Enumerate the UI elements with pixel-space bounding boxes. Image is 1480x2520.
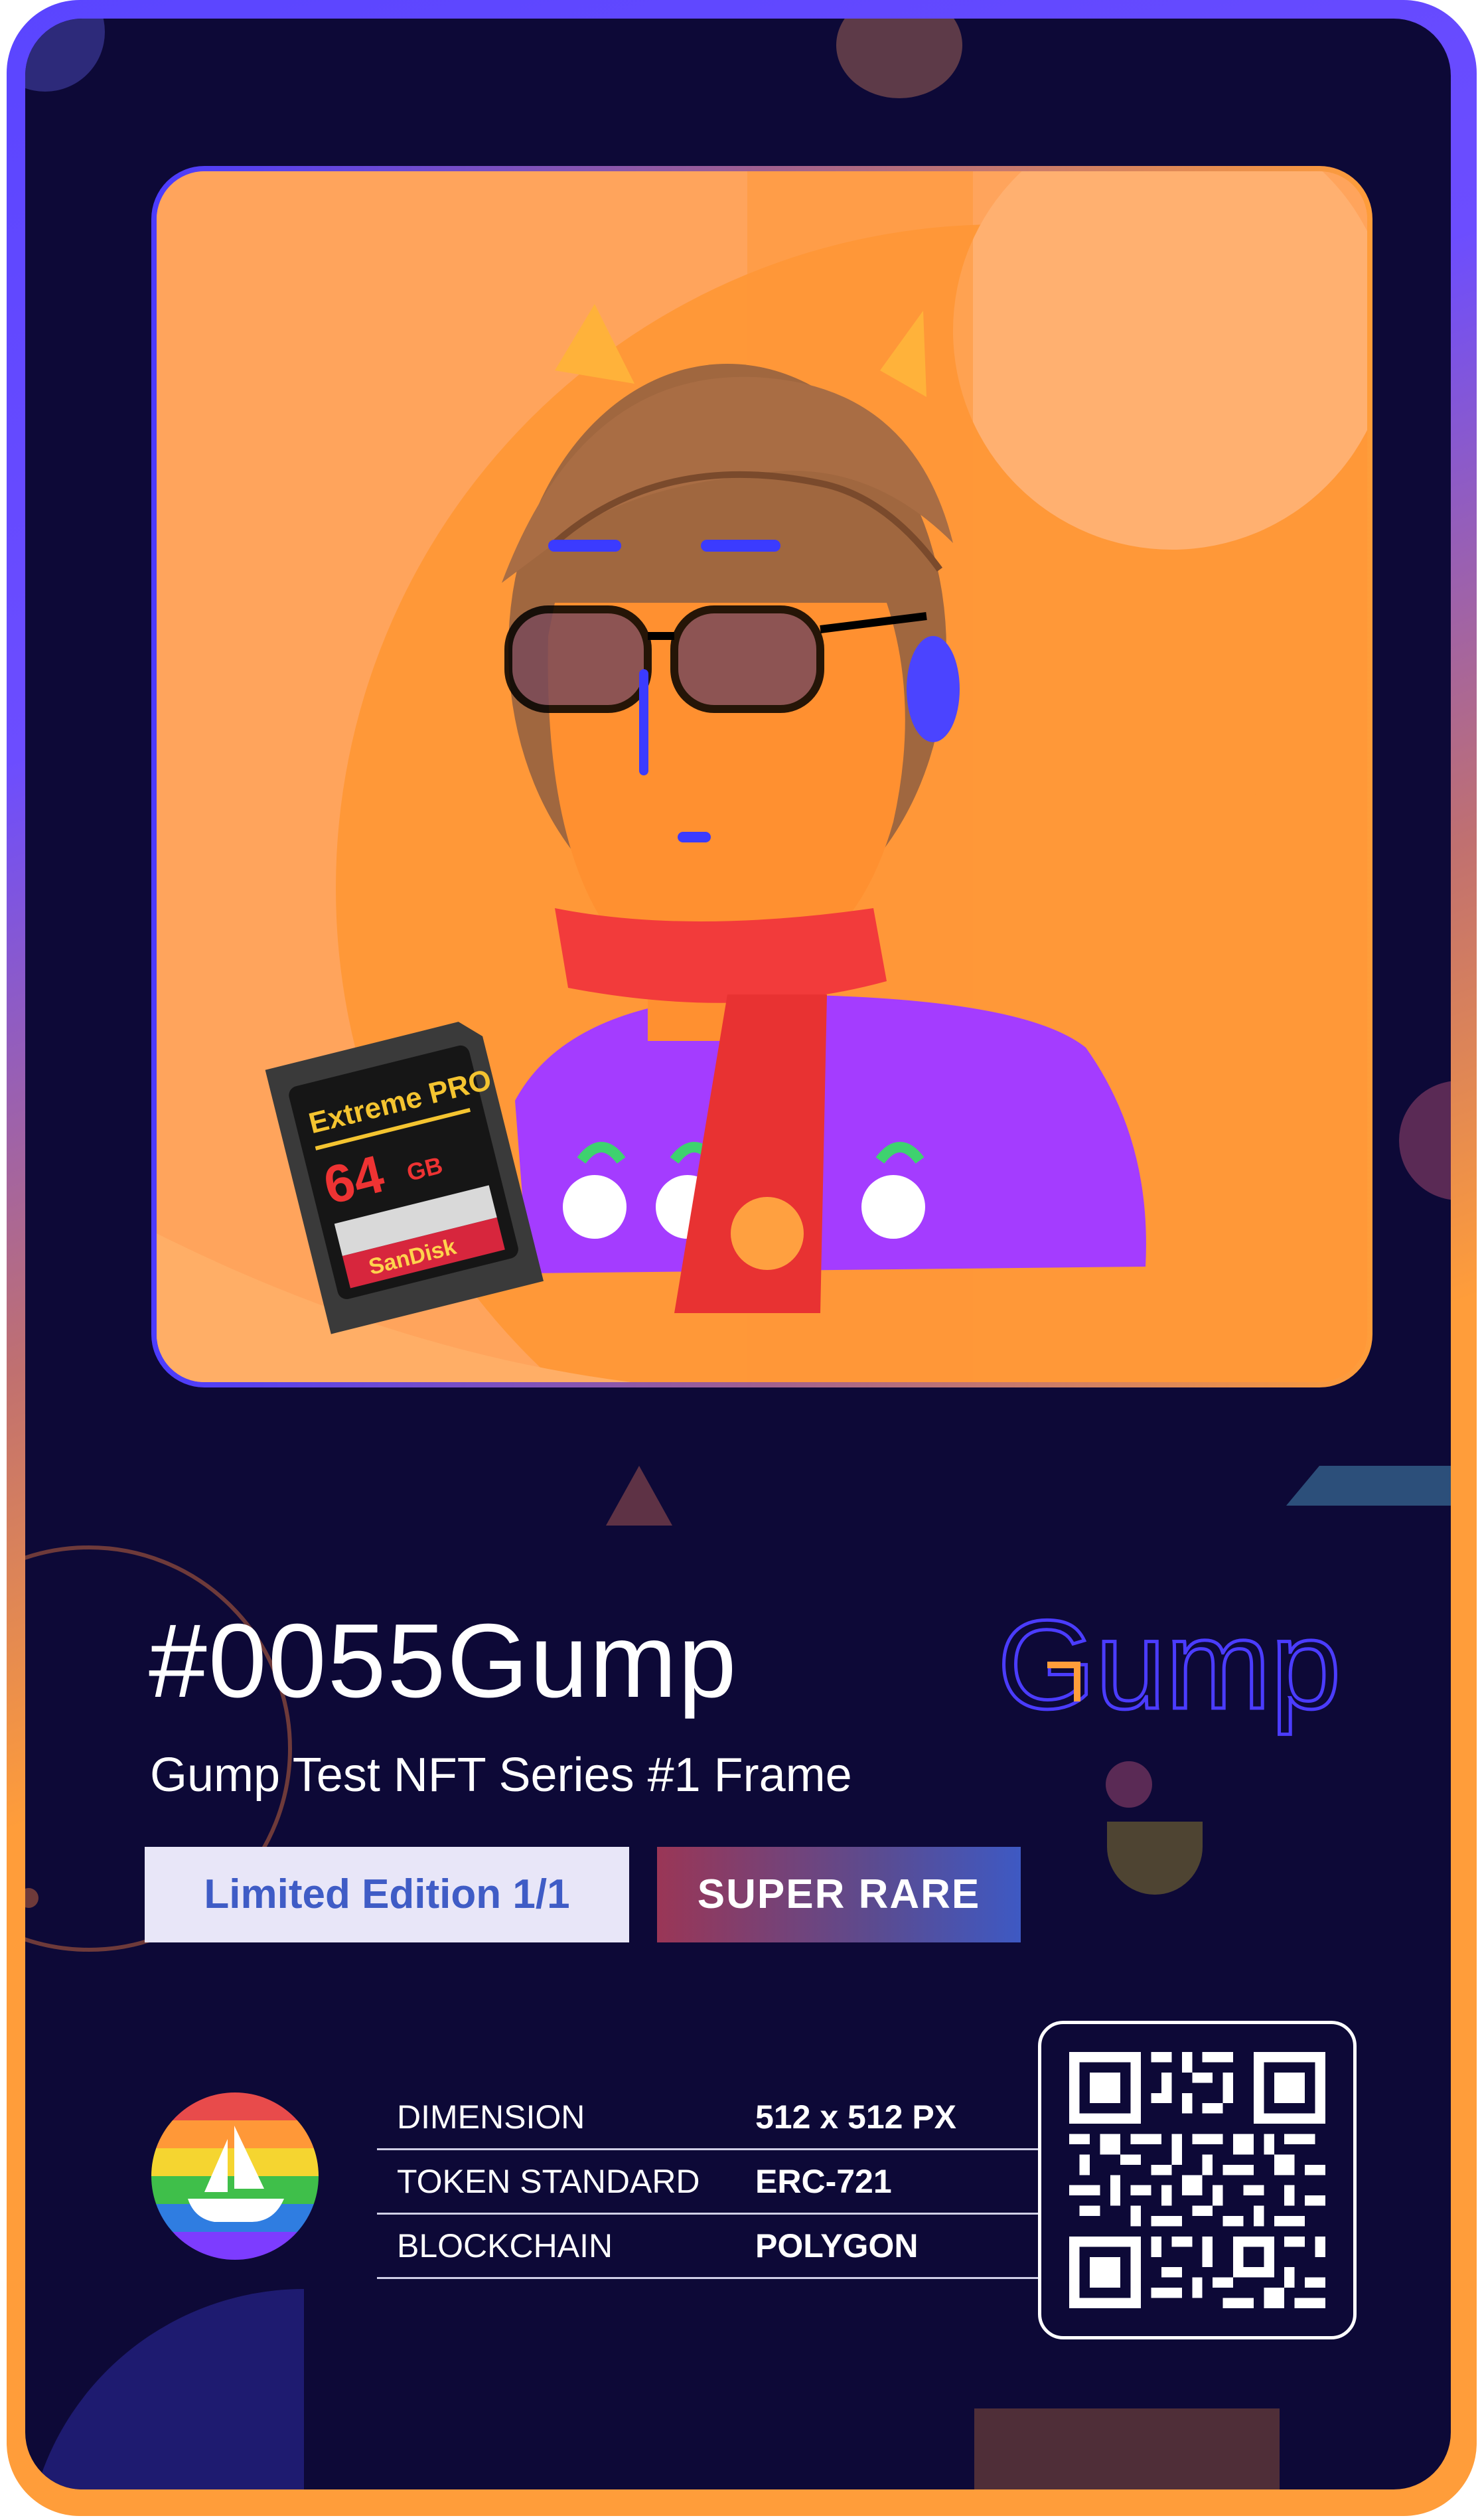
series-name: Gump Test NFT Series #1 Frame [150, 1749, 852, 1802]
decor-triangle [606, 1466, 672, 1526]
decor-rect-bottom [974, 2408, 1280, 2489]
edition-badge: Limited Edition 1/1 [145, 1847, 629, 1942]
decor-half-circle [1107, 1822, 1203, 1895]
spec-row-blockchain: BLOCKCHAIN POLYGON [377, 2215, 1041, 2279]
decor-quarter-bottom-left [25, 2289, 304, 2489]
artwork-image: Extreme PRO 64 GB SanDisk [157, 171, 1367, 1382]
spec-value: 512 x 512 PX [755, 2098, 957, 2136]
specs-table: DIMENSION 512 x 512 PX TOKEN STANDARD ER… [377, 2086, 1041, 2279]
qr-code[interactable] [1038, 2021, 1357, 2339]
artwork-frame: Extreme PRO 64 GB SanDisk [151, 166, 1372, 1387]
spec-label: DIMENSION [397, 2098, 585, 2136]
spec-label: BLOCKCHAIN [397, 2227, 613, 2264]
spec-row-token-standard: TOKEN STANDARD ERC-721 [377, 2150, 1041, 2215]
rarity-badge: SUPER RARE [657, 1847, 1021, 1942]
qr-code-icon [1069, 2052, 1325, 2308]
avatar-illustration: Extreme PRO 64 GB SanDisk [157, 171, 1367, 1382]
decor-stripe [1286, 1466, 1451, 1506]
decor-circle-top-right [836, 19, 962, 98]
spec-value: ERC-721 [755, 2163, 892, 2200]
gump-logo-icon: Gump [998, 1602, 1343, 1737]
decor-dot-mid [1106, 1761, 1152, 1808]
token-id: #0055Gump [149, 1603, 738, 1719]
spec-value: POLYGON [755, 2227, 919, 2264]
nft-card: Extreme PRO 64 GB SanDisk #0055Gump Gump… [25, 19, 1451, 2489]
opensea-icon [151, 2092, 319, 2260]
svg-text:Gump: Gump [998, 1602, 1341, 1735]
decor-circle-top-left [25, 19, 105, 92]
spec-label: TOKEN STANDARD [397, 2163, 700, 2200]
spec-row-dimension: DIMENSION 512 x 512 PX [377, 2086, 1041, 2150]
decor-circle-right [1399, 1081, 1451, 1200]
